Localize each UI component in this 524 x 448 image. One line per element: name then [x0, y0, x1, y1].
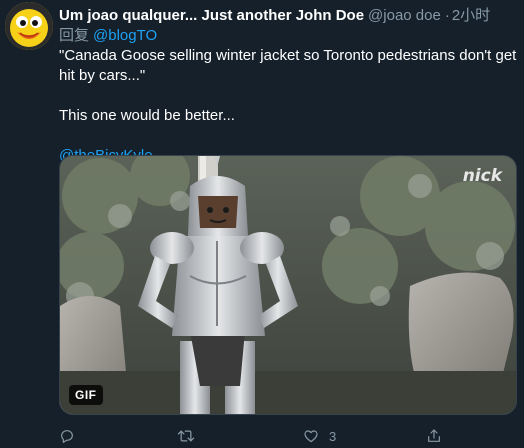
user-handle[interactable]: @joao doe [368, 7, 441, 24]
tweet-actions: 3 [59, 425, 517, 447]
reply-mention-link[interactable]: @blogTO [93, 27, 157, 44]
retweet-button[interactable] [177, 428, 195, 444]
display-name[interactable]: Um joao qualquer... Just another John Do… [59, 7, 364, 24]
avatar[interactable] [5, 2, 53, 50]
separator-dot: · [444, 7, 450, 24]
gif-badge: GIF [69, 385, 103, 405]
reply-prefix: 回复 [59, 27, 90, 44]
tweet-text-line-comment: This one would be better... [59, 107, 235, 124]
tweet-text-line-quote: "Canada Goose selling winter jacket so T… [59, 47, 517, 84]
reply-context: 回复 @blogTO [59, 24, 518, 44]
share-icon [428, 429, 440, 442]
retweet-icon [177, 430, 195, 442]
heart-icon [304, 430, 318, 443]
nick-watermark: nick [462, 166, 502, 186]
gif-frame [60, 156, 516, 414]
avatar-image [5, 2, 53, 50]
tweet-text: "Canada Goose selling winter jacket so T… [59, 46, 518, 166]
tweet-body: Um joao qualquer... Just another John Do… [59, 4, 518, 166]
reply-icon [61, 430, 73, 443]
reply-button[interactable] [59, 428, 75, 444]
timestamp[interactable]: 2小时 [452, 4, 490, 25]
like-count: 3 [329, 428, 337, 444]
tweet[interactable]: Um joao qualquer... Just another John Do… [0, 0, 524, 448]
share-button[interactable] [426, 428, 442, 444]
tweet-header: Um joao qualquer... Just another John Do… [59, 4, 518, 24]
media-gif[interactable]: nick GIF [59, 155, 517, 415]
like-button[interactable]: 3 [303, 428, 336, 444]
